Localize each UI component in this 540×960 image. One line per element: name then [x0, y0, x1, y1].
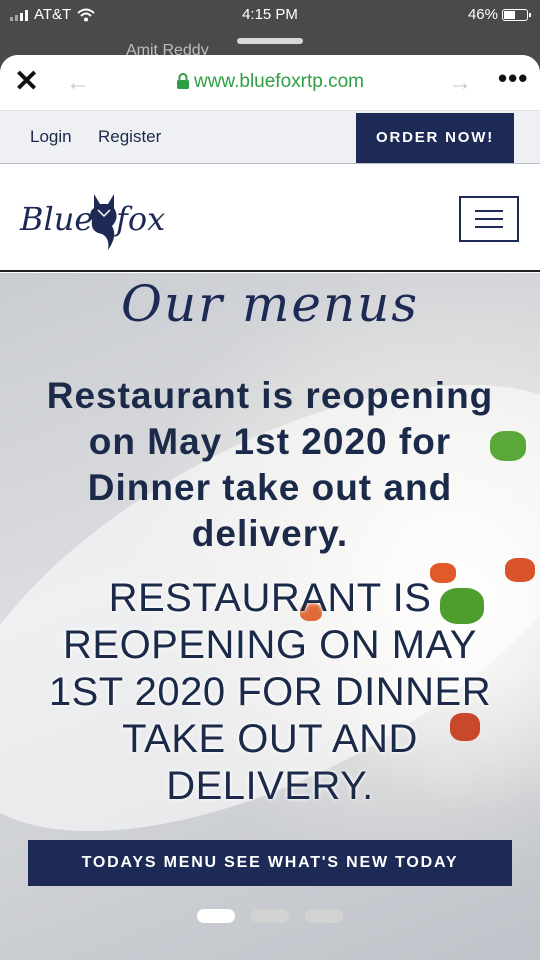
- browser-sheet: ✕ ← www.bluefoxrtp.com → ••• Login Regis…: [0, 55, 540, 960]
- browser-toolbar: ✕ ← www.bluefoxrtp.com → •••: [0, 55, 540, 111]
- todays-menu-button[interactable]: TODAYS MENU SEE WHAT'S NEW TODAY: [28, 840, 512, 886]
- notice-line: 1ST 2020 FOR DINNER: [48, 670, 492, 714]
- more-options-icon[interactable]: •••: [498, 63, 528, 94]
- hamburger-menu-icon[interactable]: [459, 196, 519, 242]
- notice-line: RESTAURANT IS: [108, 576, 432, 620]
- logo-word-fox: fox: [116, 200, 166, 238]
- notice-line: TAKE OUT AND: [122, 717, 418, 761]
- logo-word-blue: Blue: [20, 200, 94, 238]
- battery: 46%: [467, 6, 531, 23]
- register-link[interactable]: Register: [98, 127, 161, 147]
- hero-banner: Our menus Restaurant is reopening on May…: [0, 273, 540, 960]
- notice-line: DELIVERY.: [166, 764, 374, 808]
- status-bar: AT&T 4:15 PM 46%: [0, 0, 540, 30]
- notice-line: Dinner take out and: [87, 467, 453, 508]
- forward-arrow-icon[interactable]: →: [448, 69, 472, 97]
- notice-line: REOPENING ON MAY: [63, 623, 477, 667]
- login-link[interactable]: Login: [30, 127, 72, 147]
- carousel-dot[interactable]: [305, 909, 343, 923]
- background-contact-name: Amit Reddy: [126, 42, 209, 56]
- battery-percent: 46%: [467, 6, 498, 23]
- lock-icon: [176, 73, 189, 89]
- clock: 4:15 PM: [242, 6, 298, 23]
- notice-line: Restaurant is reopening: [46, 375, 494, 416]
- site-header: Blue fox: [0, 164, 540, 272]
- carousel-dot[interactable]: [251, 909, 289, 923]
- bluefox-logo[interactable]: Blue fox: [20, 190, 190, 254]
- carousel-indicators: [0, 909, 540, 923]
- reopening-notice-caps: RESTAURANT IS REOPENING ON MAY 1ST 2020 …: [0, 575, 540, 810]
- battery-icon: [502, 8, 531, 21]
- carousel-dot[interactable]: [197, 909, 235, 923]
- url-text: www.bluefoxrtp.com: [193, 71, 364, 92]
- account-nav: Login Register ORDER NOW!: [0, 111, 540, 164]
- notice-line: on May 1st 2020 for: [88, 421, 452, 462]
- order-now-button[interactable]: ORDER NOW!: [356, 113, 514, 163]
- reopening-notice-bold: Restaurant is reopening on May 1st 2020 …: [0, 373, 540, 557]
- menus-heading: Our menus: [120, 275, 420, 333]
- sheet-handle[interactable]: [237, 38, 303, 44]
- notice-line: delivery.: [191, 513, 349, 554]
